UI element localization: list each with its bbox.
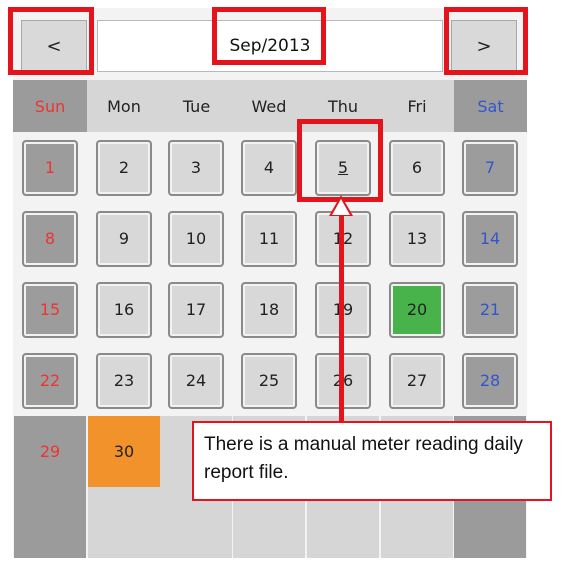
- day-button[interactable]: 23: [96, 352, 152, 409]
- day-cell: 24: [160, 345, 232, 416]
- today-day-button[interactable]: 5: [315, 139, 371, 196]
- day-button[interactable]: 1: [22, 139, 78, 196]
- day-button[interactable]: 14: [462, 210, 518, 267]
- empty-cell: [14, 487, 86, 558]
- chevron-right-icon: >: [476, 35, 492, 57]
- day-cell: 29: [14, 416, 86, 487]
- day-cell: 10: [160, 203, 232, 274]
- day-cell: 20: [381, 274, 453, 345]
- weekday-mon: Mon: [87, 80, 161, 132]
- day-cell: 6: [381, 132, 453, 203]
- day-cell: 27: [381, 345, 453, 416]
- day-button[interactable]: 3: [168, 139, 224, 196]
- day-button[interactable]: 6: [389, 139, 445, 196]
- day-cell: 28: [454, 345, 526, 416]
- weekday-tue: Tue: [161, 80, 232, 132]
- callout-arrow-line: [339, 213, 344, 423]
- day-button[interactable]: 18: [241, 281, 297, 338]
- day-button[interactable]: 27: [389, 352, 445, 409]
- weekday-sun: Sun: [13, 80, 87, 132]
- callout-arrow-head-fill: [332, 199, 350, 215]
- day-button[interactable]: 7: [462, 139, 518, 196]
- weekday-thu: Thu: [306, 80, 380, 132]
- day-button[interactable]: 24: [168, 352, 224, 409]
- day-cell: 21: [454, 274, 526, 345]
- day-cell: 18: [233, 274, 305, 345]
- weekday-fri: Fri: [380, 80, 454, 132]
- day-29-cell: 29: [14, 416, 86, 487]
- day-button[interactable]: 16: [96, 281, 152, 338]
- day-cell: 3: [160, 132, 232, 203]
- day-button[interactable]: 22: [22, 352, 78, 409]
- day-button[interactable]: 10: [168, 210, 224, 267]
- day-cell: 30: [88, 416, 160, 487]
- day-cell: 1: [14, 132, 86, 203]
- month-year-label: Sep/2013: [229, 36, 311, 56]
- day-button[interactable]: 4: [241, 139, 297, 196]
- day-cell: 9: [88, 203, 160, 274]
- day-button[interactable]: 11: [241, 210, 297, 267]
- empty-cell: [88, 487, 160, 558]
- day-cell: 5: [307, 132, 379, 203]
- day-cell: 22: [14, 345, 86, 416]
- day-button[interactable]: 25: [241, 352, 297, 409]
- day-cell: 23: [88, 345, 160, 416]
- weekday-sat: Sat: [454, 80, 527, 132]
- day-cell: 8: [14, 203, 86, 274]
- day-cell: 4: [233, 132, 305, 203]
- day-cell: 13: [381, 203, 453, 274]
- day-cell: 7: [454, 132, 526, 203]
- day-button[interactable]: 15: [22, 281, 78, 338]
- report-day-button[interactable]: 20: [389, 281, 445, 338]
- day-button[interactable]: 8: [22, 210, 78, 267]
- callout-note: There is a manual meter reading daily re…: [192, 421, 552, 501]
- day-cell: 17: [160, 274, 232, 345]
- day-button[interactable]: 21: [462, 281, 518, 338]
- month-year-display: Sep/2013: [97, 20, 443, 72]
- day-cell: 15: [14, 274, 86, 345]
- day-button[interactable]: 2: [96, 139, 152, 196]
- day-cell: 25: [233, 345, 305, 416]
- weekday-wed: Wed: [232, 80, 306, 132]
- prev-month-button[interactable]: <: [21, 20, 87, 72]
- day-cell: 2: [88, 132, 160, 203]
- day-button[interactable]: 13: [389, 210, 445, 267]
- chevron-left-icon: <: [46, 35, 62, 57]
- day-30-cell: 30: [88, 416, 160, 487]
- day-cell: 16: [88, 274, 160, 345]
- day-button[interactable]: 28: [462, 352, 518, 409]
- day-cell: 11: [233, 203, 305, 274]
- day-button[interactable]: 17: [168, 281, 224, 338]
- day-cell: 14: [454, 203, 526, 274]
- next-month-button[interactable]: >: [451, 20, 517, 72]
- day-button[interactable]: 9: [96, 210, 152, 267]
